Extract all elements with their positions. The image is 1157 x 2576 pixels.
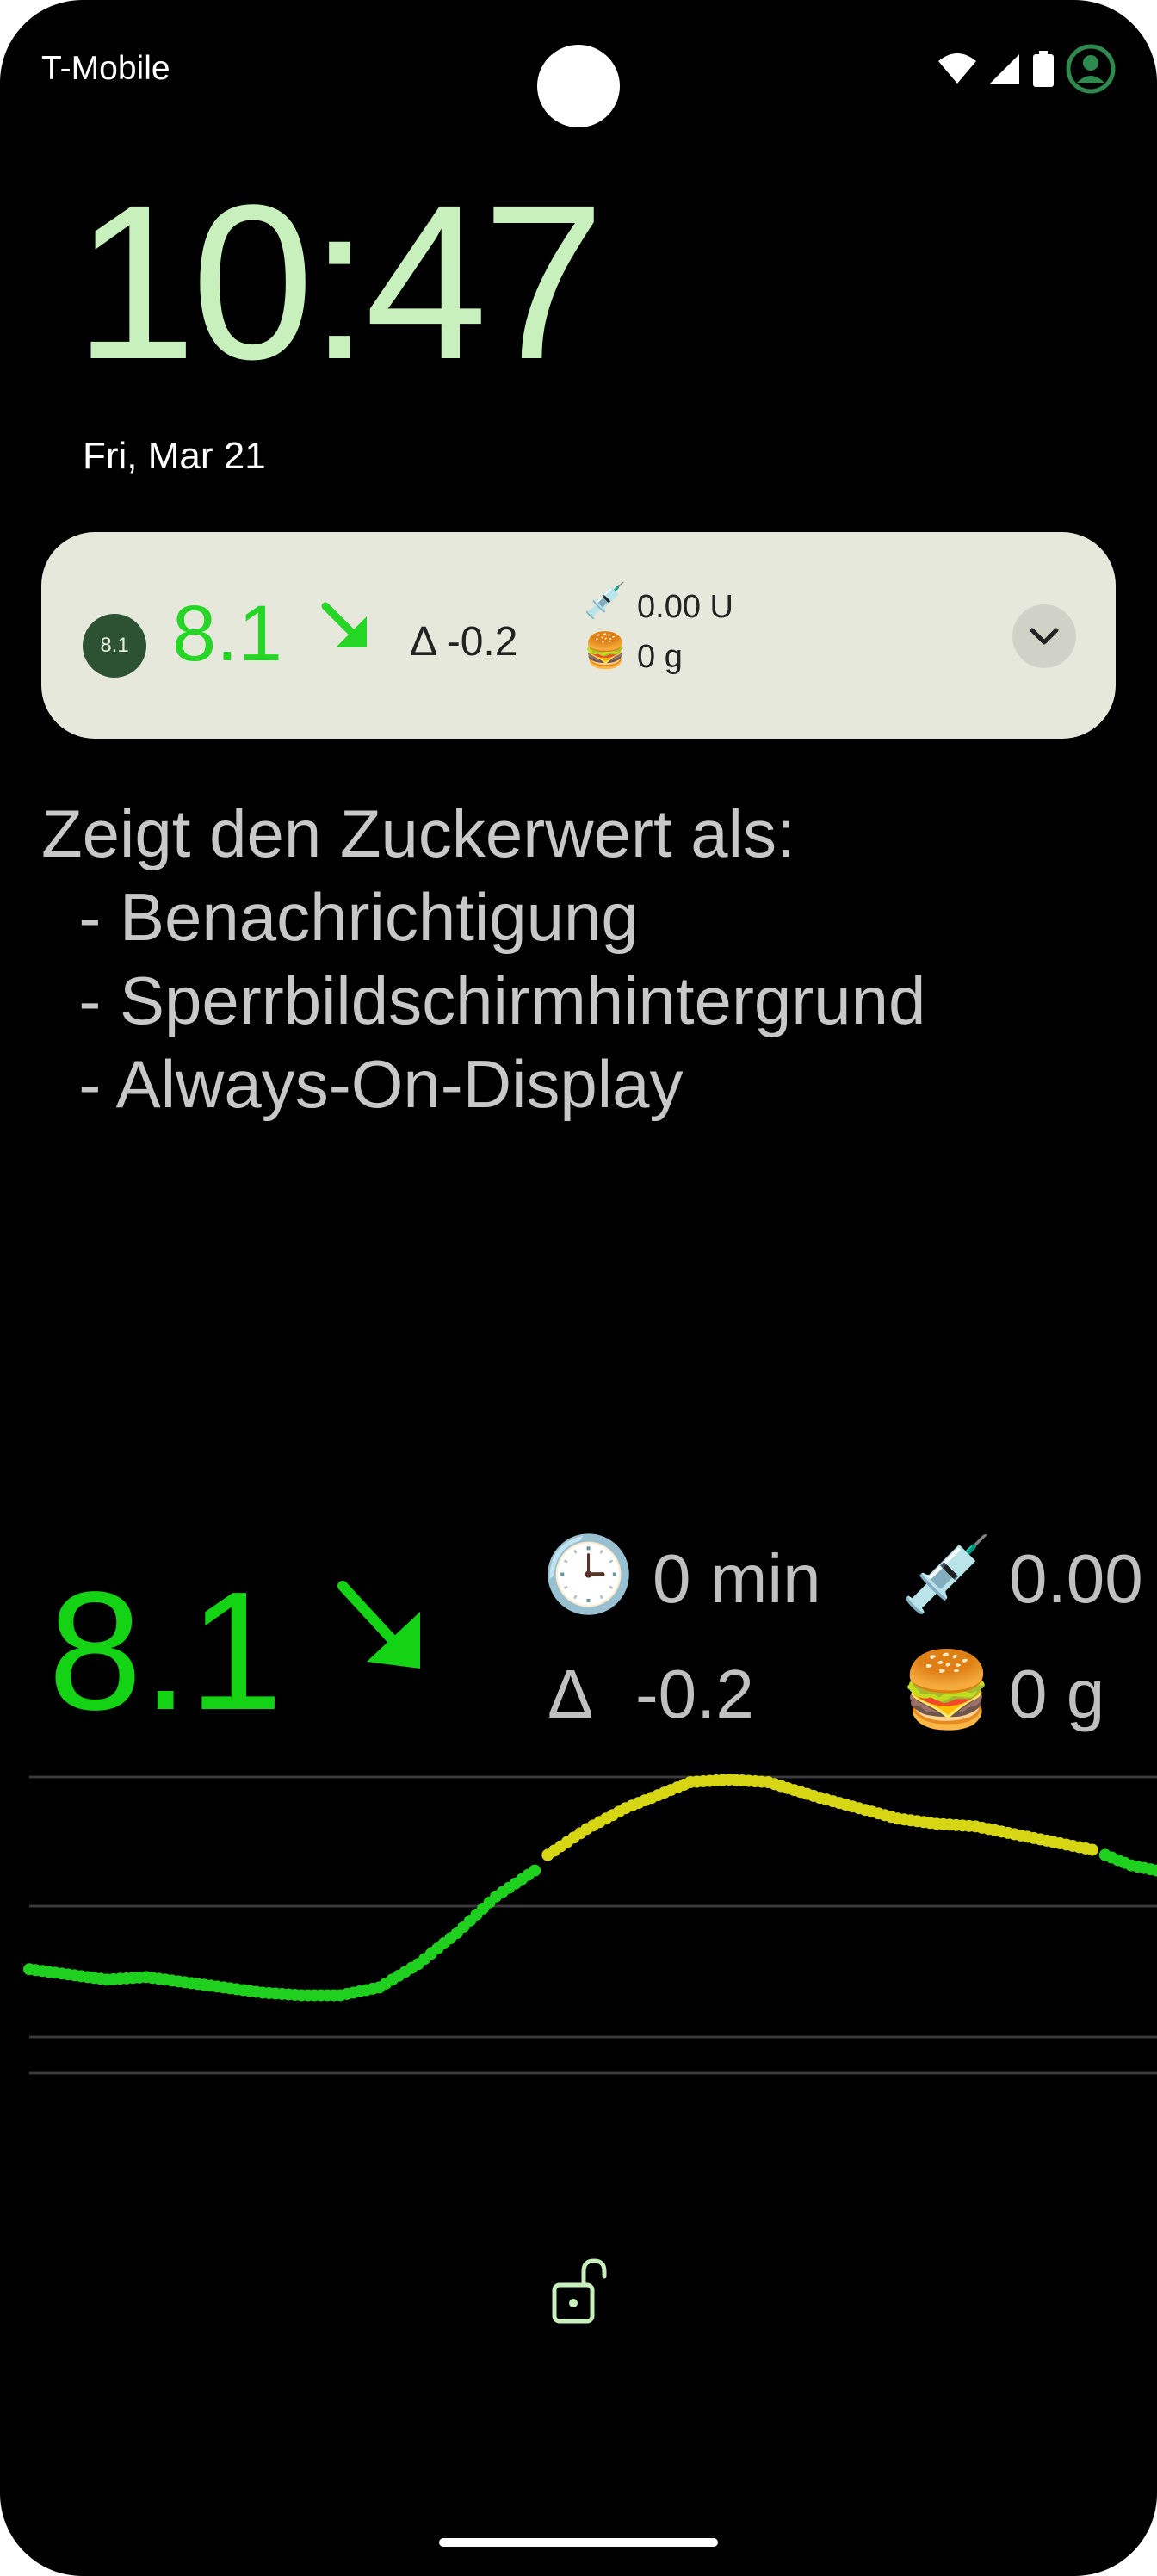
app-icon: 8.1 [83, 614, 146, 678]
lockscreen-clock: 10:47 [74, 159, 605, 406]
battery-icon [1033, 51, 1054, 87]
syringe-icon: 💉 [584, 580, 627, 621]
wallpaper-glucose-value: 8.1 [48, 1557, 283, 1745]
glucose-notification[interactable]: 8.1 8.1 Δ -0.2 💉 0.00 U 🍔 0 g [41, 532, 1116, 739]
carrier-label: T-Mobile [41, 50, 170, 87]
cellular-signal-icon [990, 54, 1019, 84]
lock-screen: T-Mobile 10:47 Fri, Mar 21 8.1 8.1 Δ -0.… [0, 0, 1157, 2576]
clock-icon: 🕒 [542, 1531, 635, 1618]
expand-button[interactable] [1012, 604, 1076, 668]
wallpaper-insulin: 0.00 [1009, 1540, 1143, 1617]
description-line: - Sperrbildschirmhintergrund [41, 963, 926, 1038]
trend-arrow-icon [337, 1581, 420, 1669]
front-camera-cutout [537, 45, 620, 127]
notification-insulin: 0.00 U [637, 589, 733, 625]
wifi-icon [938, 53, 976, 84]
account-icon[interactable] [1066, 44, 1116, 94]
description-line: Zeigt den Zuckerwert als: [41, 796, 795, 871]
wallpaper-glucose-panel: 8.1 🕒 0 min 💉 0.00 Δ -0.2 🍔 0 g [0, 1515, 1157, 2084]
status-bar: T-Mobile [0, 0, 1157, 138]
app-icon-value: 8.1 [100, 634, 129, 657]
description-line: - Always-On-Display [41, 1046, 684, 1122]
wallpaper-age: 0 min [653, 1540, 821, 1617]
lockscreen-date: Fri, Mar 21 [83, 435, 266, 477]
trend-arrow-icon [321, 602, 367, 647]
description-line: - Benachrichtigung [41, 879, 639, 955]
notification-glucose-value: 8.1 [172, 590, 282, 678]
feature-description: Zeigt den Zuckerwert als: - Benachrichti… [41, 792, 925, 1126]
burger-icon: 🍔 [584, 630, 627, 671]
wallpaper-delta-symbol: Δ [548, 1656, 594, 1732]
burger-icon: 🍔 [900, 1646, 993, 1733]
syringe-icon: 💉 [900, 1531, 993, 1618]
gesture-navigation-bar[interactable] [439, 2538, 718, 2547]
unlock-icon[interactable] [548, 2256, 613, 2328]
chevron-down-icon [1030, 628, 1059, 645]
notification-carbs: 0 g [637, 639, 683, 675]
wallpaper-delta: -0.2 [635, 1656, 754, 1732]
notification-delta: Δ -0.2 [410, 619, 518, 665]
wallpaper-carbs: 0 g [1009, 1656, 1105, 1732]
status-icons [938, 43, 1116, 95]
